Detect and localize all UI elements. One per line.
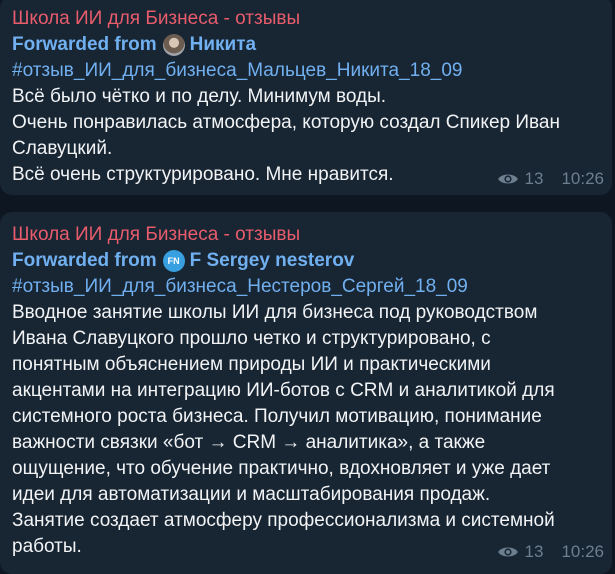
forwarded-header[interactable]: Forwarded from Никита [12,32,600,58]
message-bubble[interactable]: Школа ИИ для Бизнеса - отзывы Forwarded … [0,0,612,195]
author-name[interactable]: F Sergey nesterov [190,248,355,274]
text-line: Вводное занятие школы ИИ для бизнеса под… [12,302,538,323]
message-meta: 13 10:26 [497,542,604,562]
message-time: 10:26 [561,542,604,561]
author-avatar[interactable]: FN [162,250,185,272]
channel-name[interactable]: Школа ИИ для Бизнеса - отзывы [12,6,600,32]
author-avatar[interactable] [162,34,185,56]
channel-name[interactable]: Школа ИИ для Бизнеса - отзывы [12,222,600,248]
text-line: ощущение, что обучение практично, вдохно… [12,458,551,479]
eye-icon [497,174,518,184]
text-line: системного роста бизнеса. Получил мотива… [12,406,542,427]
eye-icon [497,547,518,557]
hashtag-link[interactable]: #отзыв_ИИ_для_бизнеса_Мальцев_Никита_18_… [12,58,600,84]
text-line: понятным объяснением природы ИИ и практи… [12,354,491,375]
message-meta: 13 10:26 [497,169,604,189]
text-line: Очень понравилась атмосфера, которую соз… [12,112,560,133]
forwarded-label: Forwarded from [12,34,157,55]
text-line: Славуцкий. [12,138,113,159]
forwarded-header[interactable]: Forwarded from FN F Sergey nesterov [12,248,600,274]
message-time: 10:26 [561,169,604,188]
view-count: 13 [524,542,544,561]
forwarded-label: Forwarded from [12,250,157,271]
hashtag-link[interactable]: #отзыв_ИИ_для_бизнеса_Нестеров_Сергей_18… [12,274,600,300]
author-name[interactable]: Никита [190,32,256,58]
view-count: 13 [524,169,544,188]
text-line: идеи для автоматизации и масштабирования… [12,484,491,505]
text-line: важности связки «бот → CRM → аналитика»,… [12,432,486,453]
text-line: Ивана Славуцкого прошло четко и структур… [12,328,491,349]
text-line: акцентами на интеграцию ИИ-ботов с CRM и… [12,380,555,401]
message-bubble[interactable]: Школа ИИ для Бизнеса - отзывы Forwarded … [0,212,612,574]
text-line: Всё было чётко и по делу. Минимум воды. [12,86,387,107]
message-text: Вводное занятие школы ИИ для бизнеса под… [12,300,600,560]
text-line: Занятие создает атмосферу профессионализ… [12,510,555,531]
